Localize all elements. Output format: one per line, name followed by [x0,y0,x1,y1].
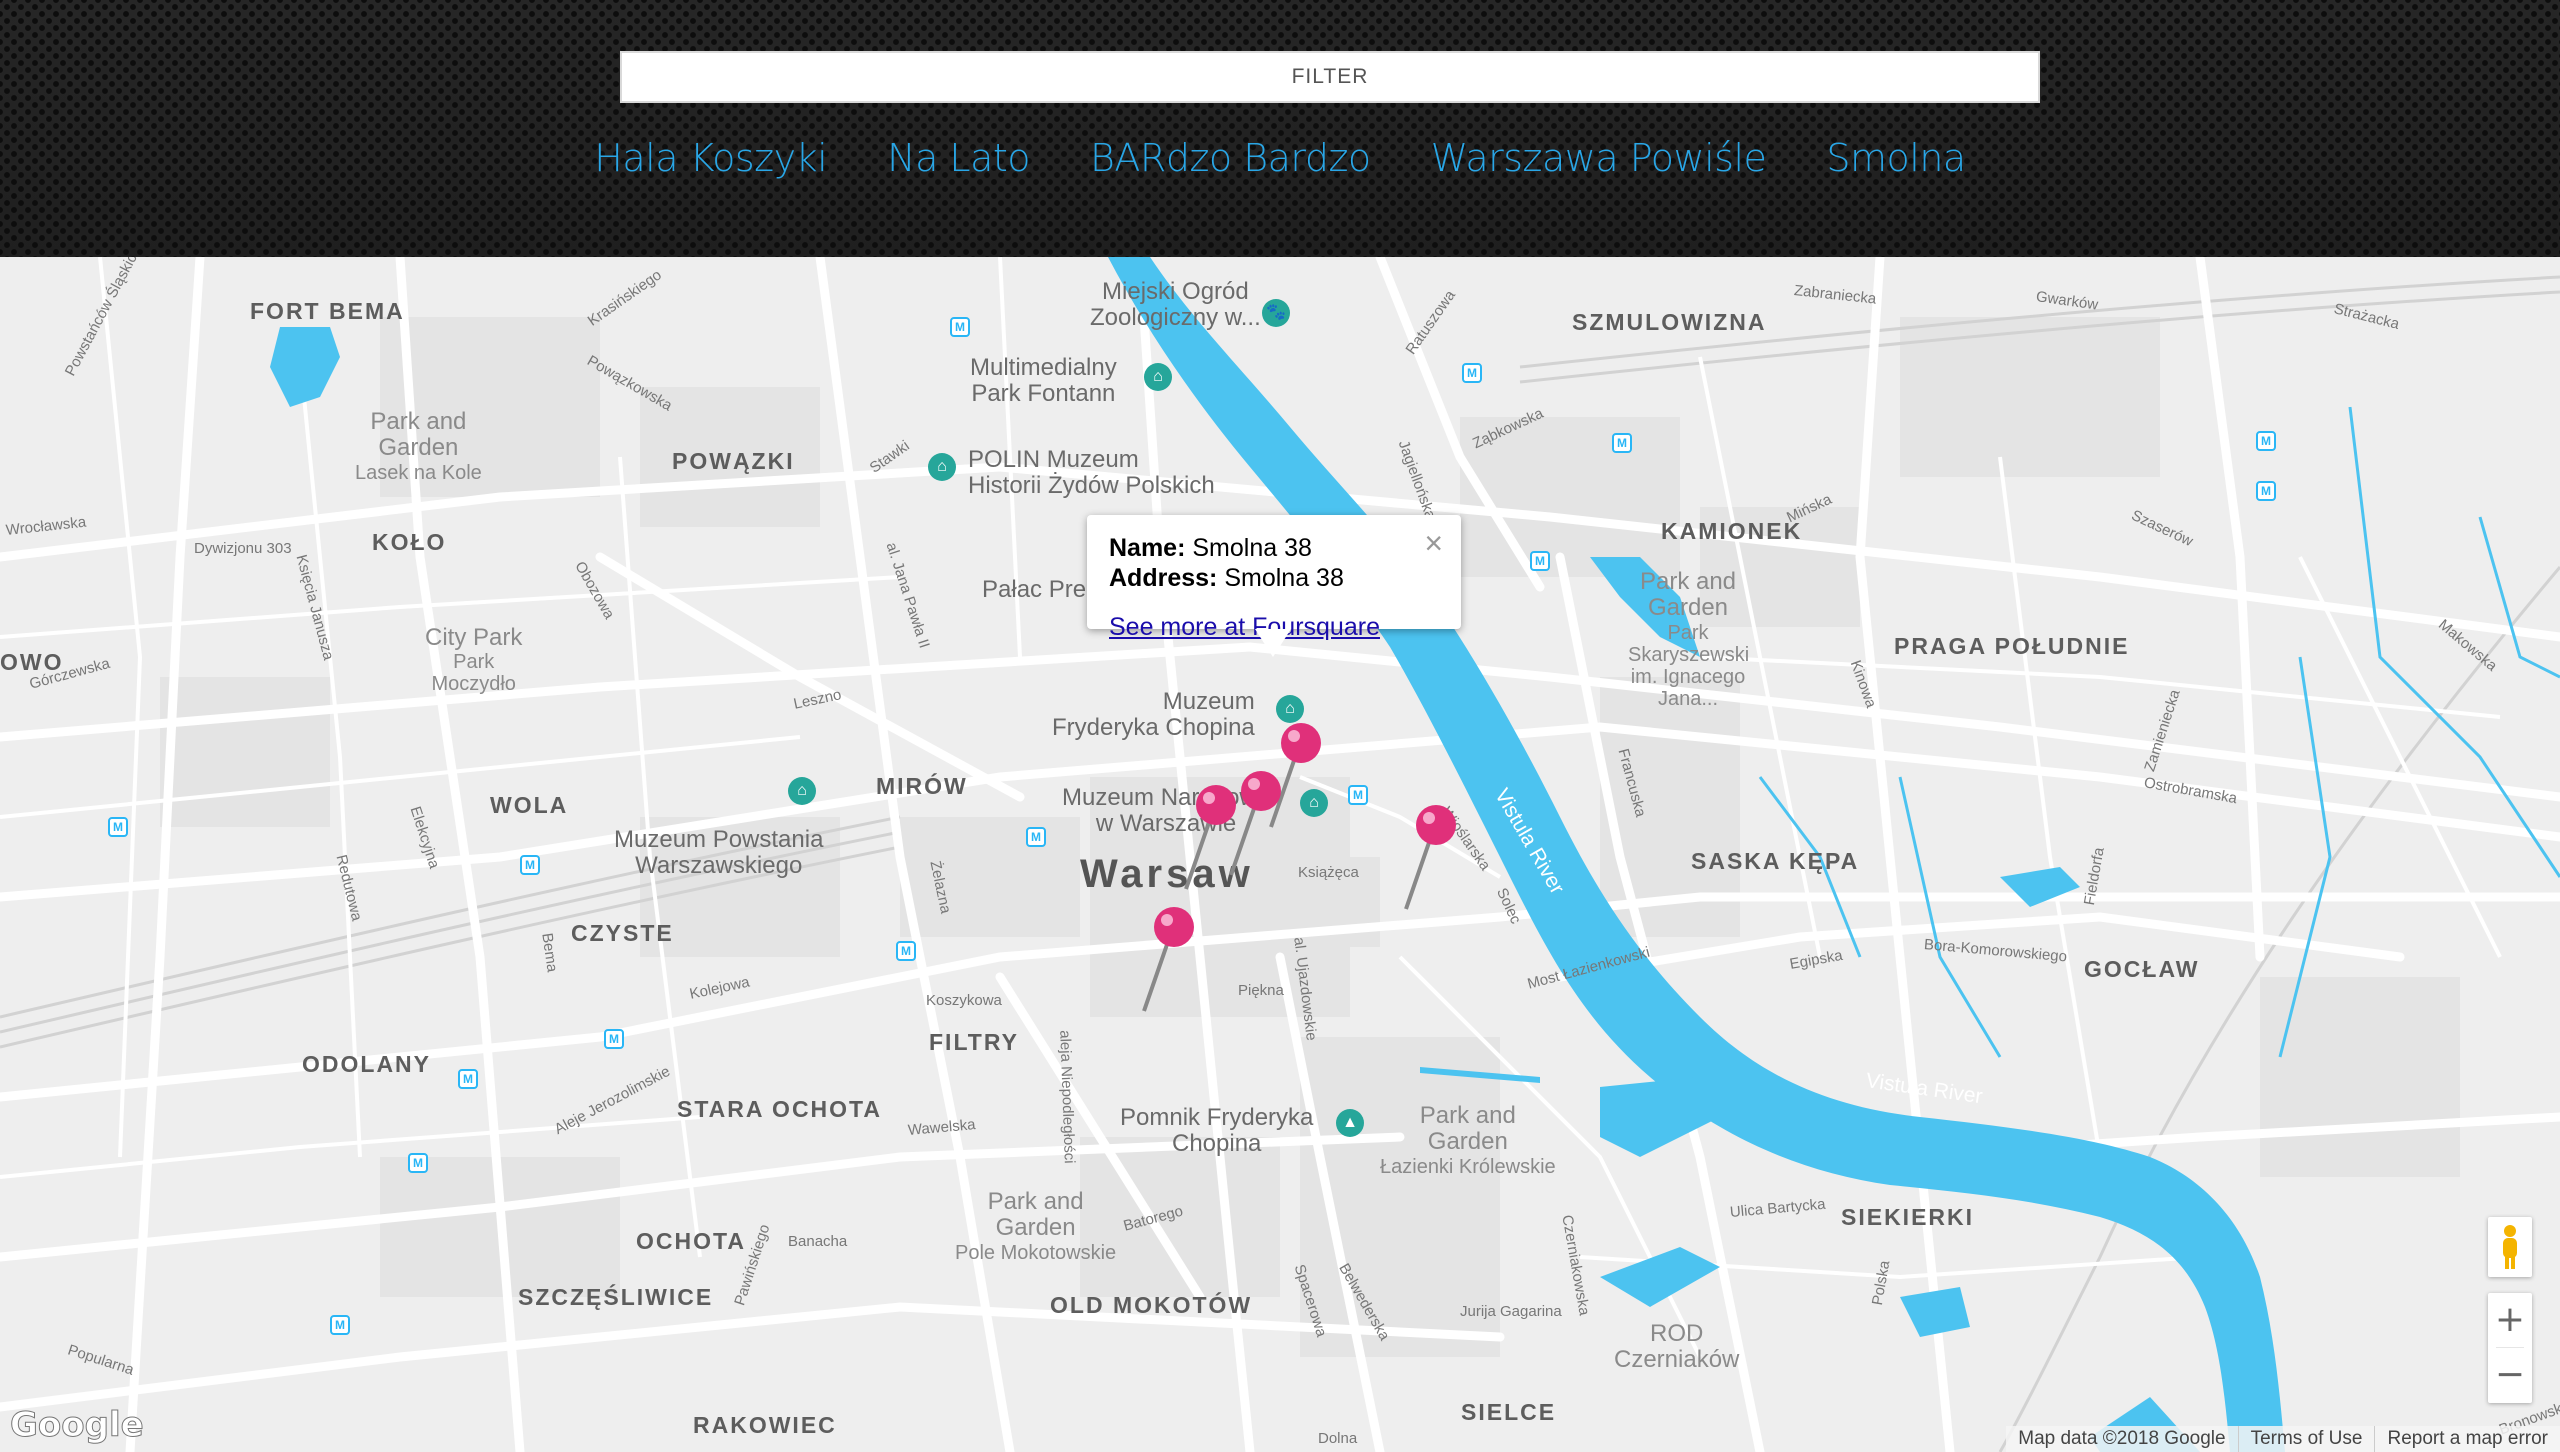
zoo-icon[interactable]: 🐾 [1262,299,1290,327]
place-link-na-lato[interactable]: Na Lato [887,136,1030,180]
places-list: Hala Koszyki Na Lato BARdzo Bardzo Warsz… [0,128,2560,188]
district-label: GOCŁAW [2084,956,2200,982]
filter-input[interactable] [620,51,2040,103]
park-label: ROD Czerniaków [1614,1320,1740,1374]
zoom-control: + − [2488,1293,2532,1403]
metro-icon[interactable]: M [604,1029,624,1049]
place-link-bardzo-bardzo[interactable]: BARdzo Bardzo [1090,136,1371,180]
place-link-warszawa-powisle[interactable]: Warszawa Powiśle [1431,136,1767,180]
map[interactable]: FORT BEMA POWĄZKI KOŁO WOLA MIRÓW CZYSTE… [0,257,2560,1452]
district-label: OLD MOKOTÓW [1050,1292,1253,1318]
district-label: SIEKIERKI [1841,1204,1975,1230]
metro-icon[interactable]: M [520,855,540,875]
park-label: Park and Garden Park Skaryszewski im. Igna… [1628,568,1750,710]
metro-icon[interactable]: M [458,1069,478,1089]
metro-icon[interactable]: M [408,1153,428,1173]
foursquare-link[interactable]: See more at Foursquare [1109,613,1380,642]
poi-label: Miejski Ogród Zoologiczny w... [1090,278,1261,332]
district-label: KOŁO [372,529,447,555]
poi-label: Muzeum Fryderyka Chopina [1052,688,1255,742]
museum-icon[interactable]: ⌂ [928,453,956,481]
museum-icon[interactable]: ⌂ [788,777,816,805]
report-error-link[interactable]: Report a map error [2374,1426,2560,1452]
metro-icon[interactable]: M [1530,551,1550,571]
district-label: OCHOTA [636,1228,746,1254]
district-label: SZCZĘŚLIWICE [518,1284,714,1310]
street-label: Piękna [1238,982,1284,999]
district-label: FILTRY [929,1029,1019,1055]
district-label: CZYSTE [571,920,674,946]
place-link-smolna[interactable]: Smolna [1826,136,1966,180]
address-value: Smolna 38 [1224,564,1344,592]
place-link-hala-koszyki[interactable]: Hala Koszyki [594,136,827,180]
park-label: Park and Garden Łazienki Królewskie [1380,1102,1556,1178]
map-attribution: Map data ©2018 Google Terms of Use Repor… [2006,1426,2560,1452]
map-marker[interactable] [1178,781,1248,891]
park-label: City Park Park Moczydło [425,624,523,696]
metro-icon[interactable]: M [1462,363,1482,383]
street-label: Banacha [788,1233,848,1250]
metro-icon[interactable]: M [1348,785,1368,805]
poi-label: Multimedialny Park Fontann [970,354,1117,408]
street-label: Dolna [1318,1430,1358,1447]
metro-icon[interactable]: M [2256,481,2276,501]
monument-icon[interactable]: ▲ [1336,1109,1364,1137]
district-label: MIRÓW [876,773,968,799]
park-label: Park and Garden Lasek na Kole [355,408,482,484]
metro-icon[interactable]: M [330,1315,350,1335]
zoom-out-button[interactable]: − [2488,1348,2532,1402]
district-label: STARA OCHOTA [677,1096,883,1122]
name-value: Smolna 38 [1192,534,1312,562]
district-label: POWĄZKI [672,448,795,474]
info-window: × Name: Smolna 38 Address: Smolna 38 See… [1087,515,1461,657]
district-label: FORT BEMA [250,298,405,324]
poi-label: Pomnik Fryderyka Chopina [1120,1104,1314,1158]
museum-icon[interactable]: ⌂ [1144,363,1172,391]
district-label: WOLA [490,792,569,818]
google-logo[interactable]: Google [10,1405,145,1446]
zoom-in-button[interactable]: + [2488,1293,2532,1347]
metro-icon[interactable]: M [1612,433,1632,453]
district-label: SZMULOWIZNA [1572,309,1767,335]
pegman-icon [2503,1225,2517,1269]
street-label: Dywizjonu 303 [194,540,292,557]
district-label: SASKA KĘPA [1691,848,1860,874]
header: Hala Koszyki Na Lato BARdzo Bardzo Warsz… [0,0,2560,257]
address-label: Address: [1109,564,1218,592]
park-label: Park and Garden Pole Mokotowskie [955,1188,1117,1264]
district-label: KAMIONEK [1661,518,1803,544]
street-label: Koszykowa [926,992,1002,1009]
district-label: SIELCE [1461,1399,1557,1425]
metro-icon[interactable]: M [1026,827,1046,847]
district-label: RAKOWIEC [693,1412,837,1438]
poi-label: Muzeum Powstania Warszawskiego [614,826,824,880]
poi-label: Pałac Pre [982,576,1087,603]
street-view-pegman[interactable] [2488,1217,2532,1277]
poi-label: POLIN Muzeum Historii Żydów Polskich [968,446,1215,500]
map-marker[interactable] [1398,801,1468,911]
name-label: Name: [1109,534,1186,562]
street-label: Książęca [1298,864,1359,881]
metro-icon[interactable]: M [2256,431,2276,451]
terms-link[interactable]: Terms of Use [2237,1426,2375,1452]
metro-icon[interactable]: M [108,817,128,837]
district-label: PRAGA POŁUDNIE [1894,633,2130,659]
metro-icon[interactable]: M [896,941,916,961]
map-marker[interactable] [1136,903,1206,1013]
metro-icon[interactable]: M [950,317,970,337]
district-label: ODOLANY [302,1051,431,1077]
street-label: aleja Niepodległości [1056,1029,1078,1164]
map-data-text: Map data ©2018 Google [2018,1428,2226,1449]
close-icon[interactable]: × [1424,527,1443,559]
street-label: Jurija Gagarina [1460,1303,1562,1320]
